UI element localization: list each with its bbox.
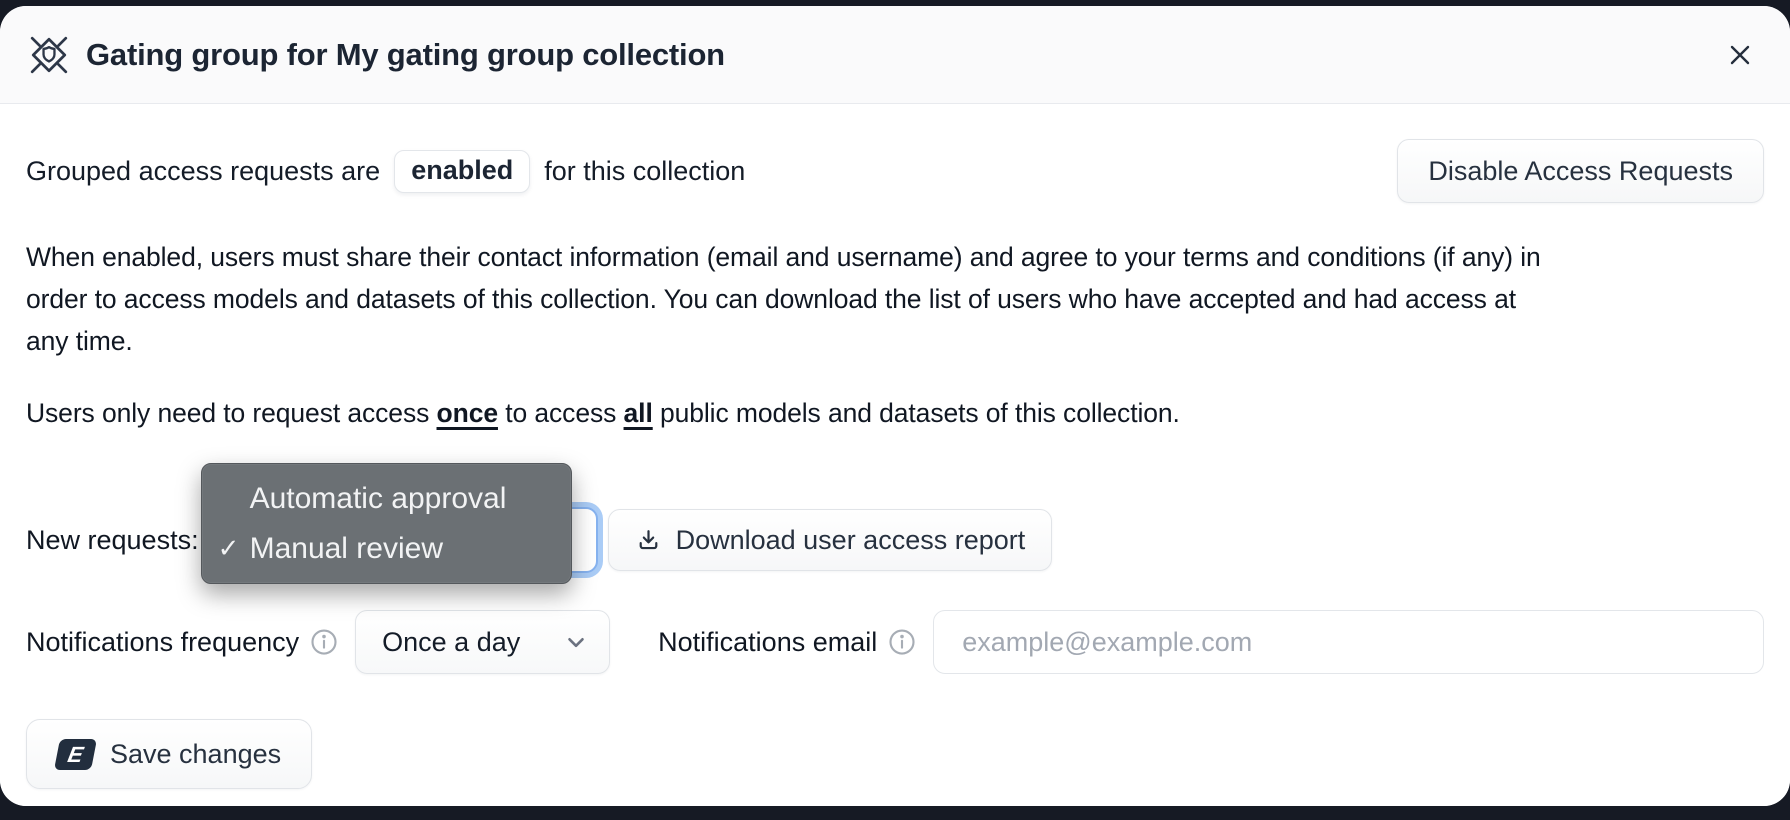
- info-icon[interactable]: [887, 627, 917, 657]
- info-icon[interactable]: [309, 627, 339, 657]
- enterprise-badge-icon: E: [54, 739, 97, 770]
- checkmark-icon: ✓: [218, 533, 250, 564]
- close-button[interactable]: [1718, 33, 1762, 77]
- save-changes-button[interactable]: E Save changes: [26, 719, 312, 789]
- gated-shield-icon: [28, 34, 70, 76]
- status-text: Grouped access requests are enabled for …: [26, 150, 745, 193]
- new-requests-row: New requests: Automatic approval ✓ Manua…: [26, 507, 1764, 573]
- download-button-label: Download user access report: [676, 525, 1026, 556]
- note-part3: public models and datasets of this colle…: [653, 398, 1180, 428]
- status-text-before: Grouped access requests are: [26, 156, 380, 187]
- dropdown-option-label: Automatic approval: [250, 482, 507, 516]
- note-line: Users only need to request access once t…: [26, 398, 1764, 429]
- new-requests-dropdown-menu: Automatic approval ✓ Manual review: [201, 463, 572, 584]
- status-row: Grouped access requests are enabled for …: [26, 139, 1764, 203]
- new-requests-label: New requests:: [26, 525, 199, 556]
- enterprise-badge-letter: E: [66, 743, 85, 765]
- notifications-frequency-select[interactable]: Once a day: [355, 610, 610, 674]
- note-part2: to access: [498, 398, 624, 428]
- modal-header: Gating group for My gating group collect…: [0, 6, 1790, 104]
- status-text-after: for this collection: [544, 156, 745, 187]
- notifications-email-input[interactable]: [933, 610, 1764, 674]
- notifications-email-label: Notifications email: [658, 627, 877, 658]
- chevron-down-icon: [563, 629, 589, 655]
- modal-body: Grouped access requests are enabled for …: [0, 104, 1790, 806]
- dropdown-option-automatic-approval[interactable]: Automatic approval: [202, 476, 571, 522]
- note-bold-once: once: [437, 398, 498, 428]
- download-user-access-report-button[interactable]: Download user access report: [608, 509, 1053, 571]
- new-requests-select-wrap: Automatic approval ✓ Manual review: [213, 507, 598, 573]
- notifications-row: Notifications frequency Once a day Notif…: [26, 610, 1764, 674]
- dropdown-option-label: Manual review: [250, 532, 443, 566]
- frequency-selected-value: Once a day: [382, 627, 520, 658]
- close-icon: [1726, 41, 1754, 69]
- status-badge: enabled: [394, 150, 530, 193]
- notifications-frequency-label: Notifications frequency: [26, 627, 299, 658]
- save-row: E Save changes: [26, 719, 1764, 789]
- disable-access-requests-button[interactable]: Disable Access Requests: [1397, 139, 1764, 203]
- description-paragraph: When enabled, users must share their con…: [26, 236, 1551, 362]
- note-bold-all: all: [624, 398, 653, 428]
- modal-title: Gating group for My gating group collect…: [86, 37, 725, 73]
- download-icon: [635, 527, 662, 554]
- dropdown-option-manual-review[interactable]: ✓ Manual review: [202, 526, 571, 572]
- save-button-label: Save changes: [110, 739, 281, 770]
- note-part1: Users only need to request access: [26, 398, 437, 428]
- gating-group-modal: Gating group for My gating group collect…: [0, 6, 1790, 806]
